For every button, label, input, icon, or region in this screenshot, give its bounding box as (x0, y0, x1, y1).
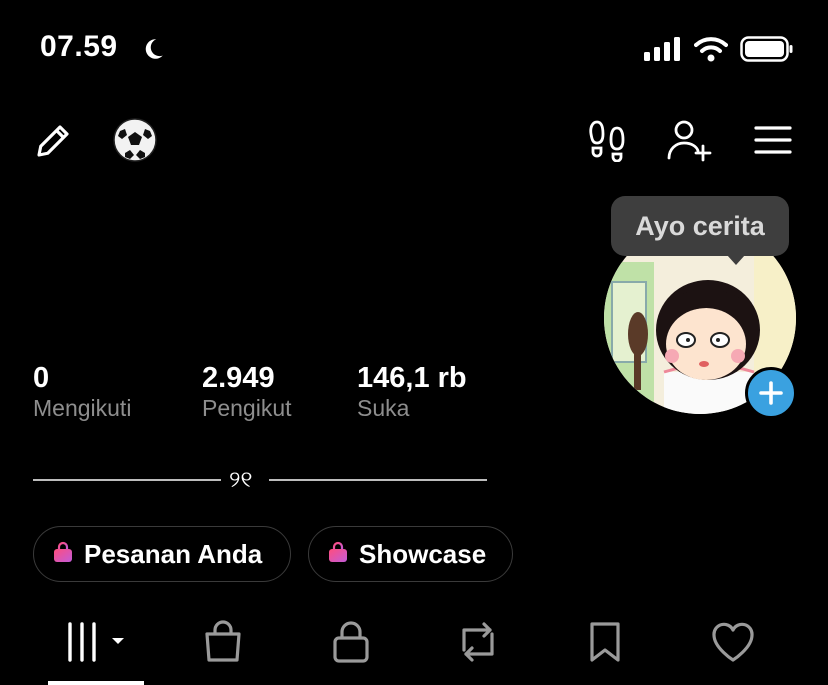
bio-divider-left (33, 479, 221, 481)
tab-shop[interactable] (202, 620, 244, 669)
bio-divider-right (269, 479, 487, 481)
stat-followers[interactable]: 2.949 Pengikut (202, 362, 292, 422)
showcase-button[interactable]: Showcase (308, 526, 513, 582)
showcase-label: Showcase (359, 538, 487, 569)
wifi-icon (694, 36, 728, 67)
status-time: 07.59 (40, 30, 118, 63)
tab-saved[interactable] (588, 620, 622, 669)
stat-label: Suka (357, 395, 410, 421)
soccer-ball-icon[interactable] (112, 117, 158, 163)
orders-button[interactable]: Pesanan Anda (33, 526, 291, 582)
stat-following[interactable]: 0 Mengikuti (33, 362, 131, 422)
edit-pencil-icon[interactable] (32, 120, 74, 162)
tooltip-arrow (727, 255, 745, 265)
add-story-button[interactable] (745, 367, 797, 419)
stat-value: 146,1 rb (357, 362, 467, 394)
stat-value: 0 (33, 362, 50, 394)
orders-label: Pesanan Anda (84, 538, 263, 569)
bookmark-icon (588, 622, 622, 668)
story-tooltip[interactable]: Ayo cerita (611, 196, 789, 256)
lock-icon (331, 621, 371, 668)
moon-icon (140, 36, 166, 67)
heart-icon (710, 622, 756, 668)
tab-reposts[interactable] (456, 620, 500, 669)
tooltip-text: Ayo cerita (635, 210, 765, 241)
menu-icon[interactable] (754, 124, 792, 156)
shopping-bag-icon (327, 539, 349, 570)
add-friend-icon[interactable] (666, 118, 712, 162)
active-tab-indicator (48, 681, 144, 685)
grid-icon (66, 622, 128, 668)
stat-label: Mengikuti (33, 395, 132, 421)
repost-icon (456, 622, 500, 668)
stat-likes[interactable]: 146,1 rb Suka (357, 362, 467, 422)
tab-private[interactable] (331, 620, 371, 669)
signal-icon (644, 37, 682, 66)
battery-icon (740, 36, 794, 67)
tab-liked[interactable] (710, 620, 756, 669)
shopping-bag-icon (52, 539, 74, 570)
tab-videos[interactable] (66, 620, 128, 669)
shopping-bag-icon (202, 620, 244, 668)
stat-label: Pengikut (202, 395, 292, 421)
footprints-icon[interactable] (586, 118, 630, 162)
stat-value: 2.949 (202, 362, 275, 394)
bio-text: ୨୧ (229, 466, 253, 492)
